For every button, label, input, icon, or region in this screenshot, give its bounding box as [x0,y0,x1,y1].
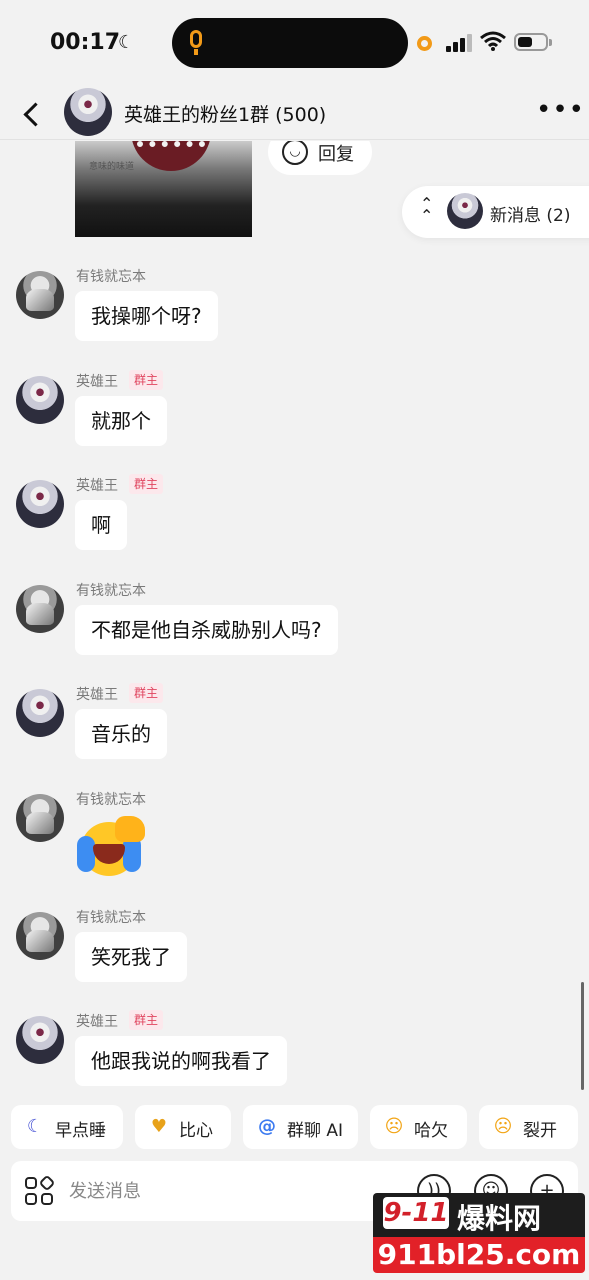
avatar[interactable] [16,689,64,737]
avatar[interactable] [16,480,64,528]
reply-button[interactable]: ◡ 回复 [268,141,372,175]
new-messages-button[interactable]: ⌃ ⌃ 新消息 (2) [402,186,589,238]
smiley-icon: ◡ [282,141,308,165]
status-time: 00:17 [50,30,121,55]
sender-name: 英雄王 [76,687,118,703]
sender-name: 英雄王 [76,374,118,390]
sender-name: 有钱就忘本 [76,792,146,808]
avatar[interactable] [16,271,64,319]
watermark-logo: 9-11 爆料网 911bl25.com [373,1193,585,1277]
moon-icon: ☾ [118,32,135,53]
quick-reply-sleep[interactable]: ☾ 早点睡 [11,1105,123,1149]
image-caption: 意味的味道 [89,162,135,172]
owner-badge: 群主 [129,474,164,494]
chat-header: 英雄王的粉丝1群 (500) ••• [0,88,589,140]
double-chevron-up-icon: ⌃ ⌃ [420,194,434,225]
quick-reply-ai[interactable]: @ 群聊 AI [243,1105,358,1149]
message-bubble[interactable]: 就那个 [75,396,167,446]
crying-face-icon: ☹ [493,1116,513,1137]
sender-name: 英雄王 [76,478,118,494]
avatar[interactable] [16,912,64,960]
signal-icon [446,34,472,52]
avatar [447,193,483,229]
more-options-button[interactable]: ••• [536,97,584,128]
watermark-url: 911bl25.com [373,1237,585,1273]
battery-icon [514,33,548,51]
scrollbar[interactable] [581,982,584,1090]
sender-name: 有钱就忘本 [76,583,146,599]
message-bubble[interactable]: 音乐的 [75,709,167,759]
apps-grid-icon[interactable] [25,1174,56,1207]
avatar[interactable] [16,376,64,424]
message-bubble[interactable]: 笑死我了 [75,932,187,982]
sleep-moon-icon: ☾ [26,1116,44,1137]
back-button[interactable] [16,98,48,130]
owner-badge: 群主 [129,1010,164,1030]
laugh-cry-emoji-icon[interactable] [77,816,147,878]
reply-label: 回复 [318,144,354,165]
image-message[interactable]: 意味的味道 [75,141,252,237]
owner-badge: 群主 [129,683,164,703]
message-bubble[interactable]: 不都是他自杀威胁别人吗? [75,605,338,655]
yawn-face-icon: ☹ [384,1116,404,1137]
dynamic-island [172,18,408,68]
avatar[interactable] [16,585,64,633]
quick-reply-crack[interactable]: ☹ 裂开 [479,1105,578,1149]
message-bubble[interactable]: 他跟我说的啊我看了 [75,1036,287,1086]
message-input[interactable] [69,1171,399,1211]
message-bubble[interactable]: 我操哪个呀? [75,291,218,341]
quick-reply-yawn[interactable]: ☹ 哈欠 [370,1105,467,1149]
message-list[interactable]: 意味的味道 ◡ 回复 有钱就忘本 我操哪个呀? 英雄王 群主 就那个 英雄王 群… [0,141,589,1101]
avatar[interactable] [16,1016,64,1064]
microphone-icon [190,30,202,48]
sender-name: 英雄王 [76,1014,118,1030]
owner-badge: 群主 [129,370,164,390]
heart-hands-icon: ♥ [150,1116,168,1137]
sender-name: 有钱就忘本 [76,910,146,926]
message-bubble[interactable]: 啊 [75,500,127,550]
avatar[interactable] [16,794,64,842]
wifi-icon [480,30,506,52]
group-avatar[interactable] [64,88,112,136]
status-bar: 00:17 ☾ [0,0,589,88]
sender-name: 有钱就忘本 [76,269,146,285]
recording-indicator-icon [417,36,432,51]
quick-reply-heart[interactable]: ♥ 比心 [135,1105,231,1149]
quick-reply-bar: ☾ 早点睡 ♥ 比心 @ 群聊 AI ☹ 哈欠 ☹ 裂开 [0,1105,589,1151]
group-title[interactable]: 英雄王的粉丝1群 (500) [124,100,326,127]
at-icon: @ [258,1116,276,1137]
new-messages-label: 新消息 (2) [490,206,571,226]
